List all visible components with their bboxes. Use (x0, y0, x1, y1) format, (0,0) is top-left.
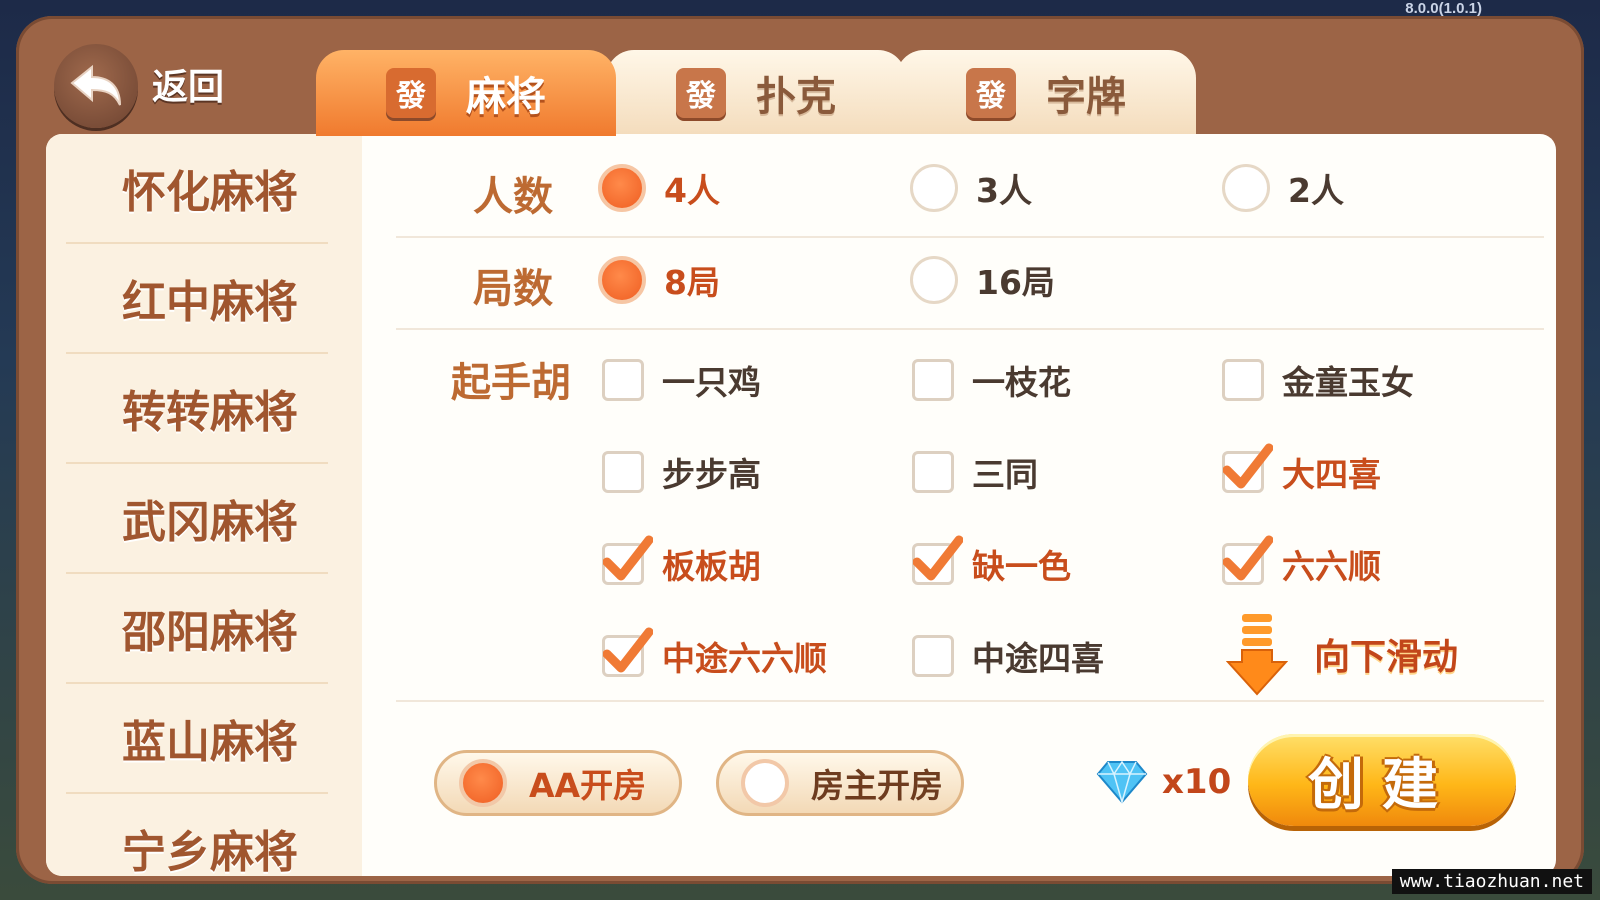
option-text: 4人 (664, 171, 720, 210)
checkbox-unchecked[interactable] (602, 359, 644, 401)
players-option-4[interactable]: 4人 (598, 164, 720, 212)
game-type-tabs: 發 麻将 發 扑克 發 字牌 (316, 50, 1196, 136)
back-button[interactable] (54, 44, 138, 128)
back-label[interactable]: 返回 (152, 58, 224, 110)
checkbox-checked[interactable] (1222, 535, 1273, 585)
option-text: 3人 (976, 171, 1032, 210)
players-option-2[interactable]: 2人 (1222, 164, 1344, 212)
checkbox-checked[interactable] (602, 627, 653, 677)
option-text: 2人 (1288, 171, 1344, 210)
option-text: 中途六六顺 (662, 639, 827, 678)
tab-label: 扑克 (756, 74, 836, 120)
hu-option-zhongtu-sixi[interactable]: 中途四喜 (912, 632, 1104, 680)
hu-option-yizhihua[interactable]: 一枝花 (912, 356, 1071, 404)
create-label: 创建 (1308, 752, 1456, 818)
checkmark-icon (1223, 535, 1273, 581)
checkbox-checked[interactable] (1222, 443, 1273, 493)
radio-selected[interactable] (459, 759, 507, 807)
hu-option-jintongyunv[interactable]: 金童玉女 (1222, 356, 1414, 404)
checkbox-unchecked[interactable] (912, 451, 954, 493)
scroll-hint-text: 向下滑动 (1314, 637, 1459, 678)
option-text: 8局 (664, 263, 720, 302)
option-text: 一只鸡 (662, 363, 761, 402)
tab-zipai[interactable]: 發 字牌 (896, 50, 1196, 136)
hu-option-dasixi[interactable]: 大四喜 (1222, 443, 1381, 496)
checkmark-icon (913, 535, 963, 581)
tab-mahjong[interactable]: 發 麻将 (316, 50, 616, 136)
diamond-icon (1096, 760, 1148, 804)
sidebar-item-lanshan[interactable]: 蓝山麻将 (66, 684, 328, 794)
hu-option-yizhiji[interactable]: 一只鸡 (602, 356, 761, 404)
radio-unselected[interactable] (910, 164, 958, 212)
radio-unselected[interactable] (1222, 164, 1270, 212)
sidebar-item-zhuanzhuan[interactable]: 转转麻将 (66, 354, 328, 464)
option-text: 16局 (976, 263, 1055, 302)
starting-hu-label: 起手胡 (451, 360, 571, 406)
fa-tile-icon: 發 (676, 68, 726, 118)
option-text: 一枝花 (972, 363, 1071, 402)
room-cost: x10 (1096, 760, 1231, 804)
down-arrow-icon (1226, 614, 1288, 696)
option-text: 大四喜 (1282, 455, 1381, 494)
option-text: 缺一色 (972, 547, 1071, 586)
tab-poker[interactable]: 發 扑克 (606, 50, 906, 136)
back-arrow-icon (70, 64, 121, 106)
pay-option-aa[interactable]: AA开房 (434, 750, 682, 816)
players-row: 人数 4人 3人 2人 (396, 146, 1544, 238)
checkmark-icon (1223, 443, 1273, 489)
players-option-3[interactable]: 3人 (910, 164, 1032, 212)
pay-option-host[interactable]: 房主开房 (716, 750, 964, 816)
fa-tile-icon: 發 (386, 68, 436, 118)
fa-tile-icon: 發 (966, 68, 1016, 118)
option-text: 中途四喜 (972, 639, 1104, 678)
sidebar-item-ningxiang[interactable]: 宁乡麻将 (66, 794, 328, 876)
checkbox-checked[interactable] (912, 535, 963, 585)
option-text: 板板胡 (662, 547, 761, 586)
checkmark-icon (603, 627, 653, 673)
checkbox-unchecked[interactable] (602, 451, 644, 493)
mahjong-variant-sidebar[interactable]: 怀化麻将 红中麻将 转转麻将 武冈麻将 邵阳麻将 蓝山麻将 宁乡麻将 (46, 134, 362, 876)
radio-unselected[interactable] (910, 256, 958, 304)
checkbox-checked[interactable] (602, 535, 653, 585)
option-text: 金童玉女 (1282, 363, 1414, 402)
pay-option-text: 房主开房 (811, 766, 943, 805)
sidebar-item-wugang[interactable]: 武冈麻将 (66, 464, 328, 574)
sidebar-item-hongzhong[interactable]: 红中麻将 (66, 244, 328, 354)
rounds-option-16[interactable]: 16局 (910, 256, 1055, 304)
create-room-button[interactable]: 创建 (1248, 734, 1516, 826)
checkmark-icon (603, 535, 653, 581)
version-label: 8.0.0(1.0.1) (1405, 0, 1482, 17)
hu-option-queyise[interactable]: 缺一色 (912, 535, 1071, 588)
hu-option-bubugao[interactable]: 步步高 (602, 448, 761, 496)
hu-option-liuliushun[interactable]: 六六顺 (1222, 535, 1381, 588)
sidebar-item-shaoyang[interactable]: 邵阳麻将 (66, 574, 328, 684)
option-text: 三同 (972, 455, 1038, 494)
create-room-dialog: 返回 發 麻将 發 扑克 發 字牌 怀化麻将 红中麻将 转转麻将 武冈麻将 邵阳… (16, 16, 1584, 884)
checkbox-unchecked[interactable] (1222, 359, 1264, 401)
checkbox-unchecked[interactable] (912, 359, 954, 401)
watermark: www.tiaozhuan.net (1391, 869, 1592, 894)
radio-unselected[interactable] (741, 759, 789, 807)
rounds-option-8[interactable]: 8局 (598, 256, 720, 304)
checkbox-unchecked[interactable] (912, 635, 954, 677)
sidebar-item-huaihua[interactable]: 怀化麻将 (66, 134, 328, 244)
players-label: 人数 (473, 174, 553, 220)
tab-label: 麻将 (466, 74, 546, 120)
rounds-row: 局数 8局 16局 (396, 238, 1544, 330)
tab-label: 字牌 (1046, 74, 1126, 120)
pay-option-text: AA开房 (529, 766, 647, 805)
option-text: 六六顺 (1282, 547, 1381, 586)
hu-option-banbanhu[interactable]: 板板胡 (602, 535, 761, 588)
radio-selected[interactable] (598, 256, 646, 304)
hu-option-santong[interactable]: 三同 (912, 448, 1038, 496)
cost-text: x10 (1162, 762, 1232, 802)
rounds-label: 局数 (473, 266, 553, 312)
radio-selected[interactable] (598, 164, 646, 212)
hu-option-zhongtu-liuliushun[interactable]: 中途六六顺 (602, 627, 827, 680)
scroll-down-hint: 向下滑动 (1226, 612, 1458, 696)
option-text: 步步高 (662, 455, 761, 494)
